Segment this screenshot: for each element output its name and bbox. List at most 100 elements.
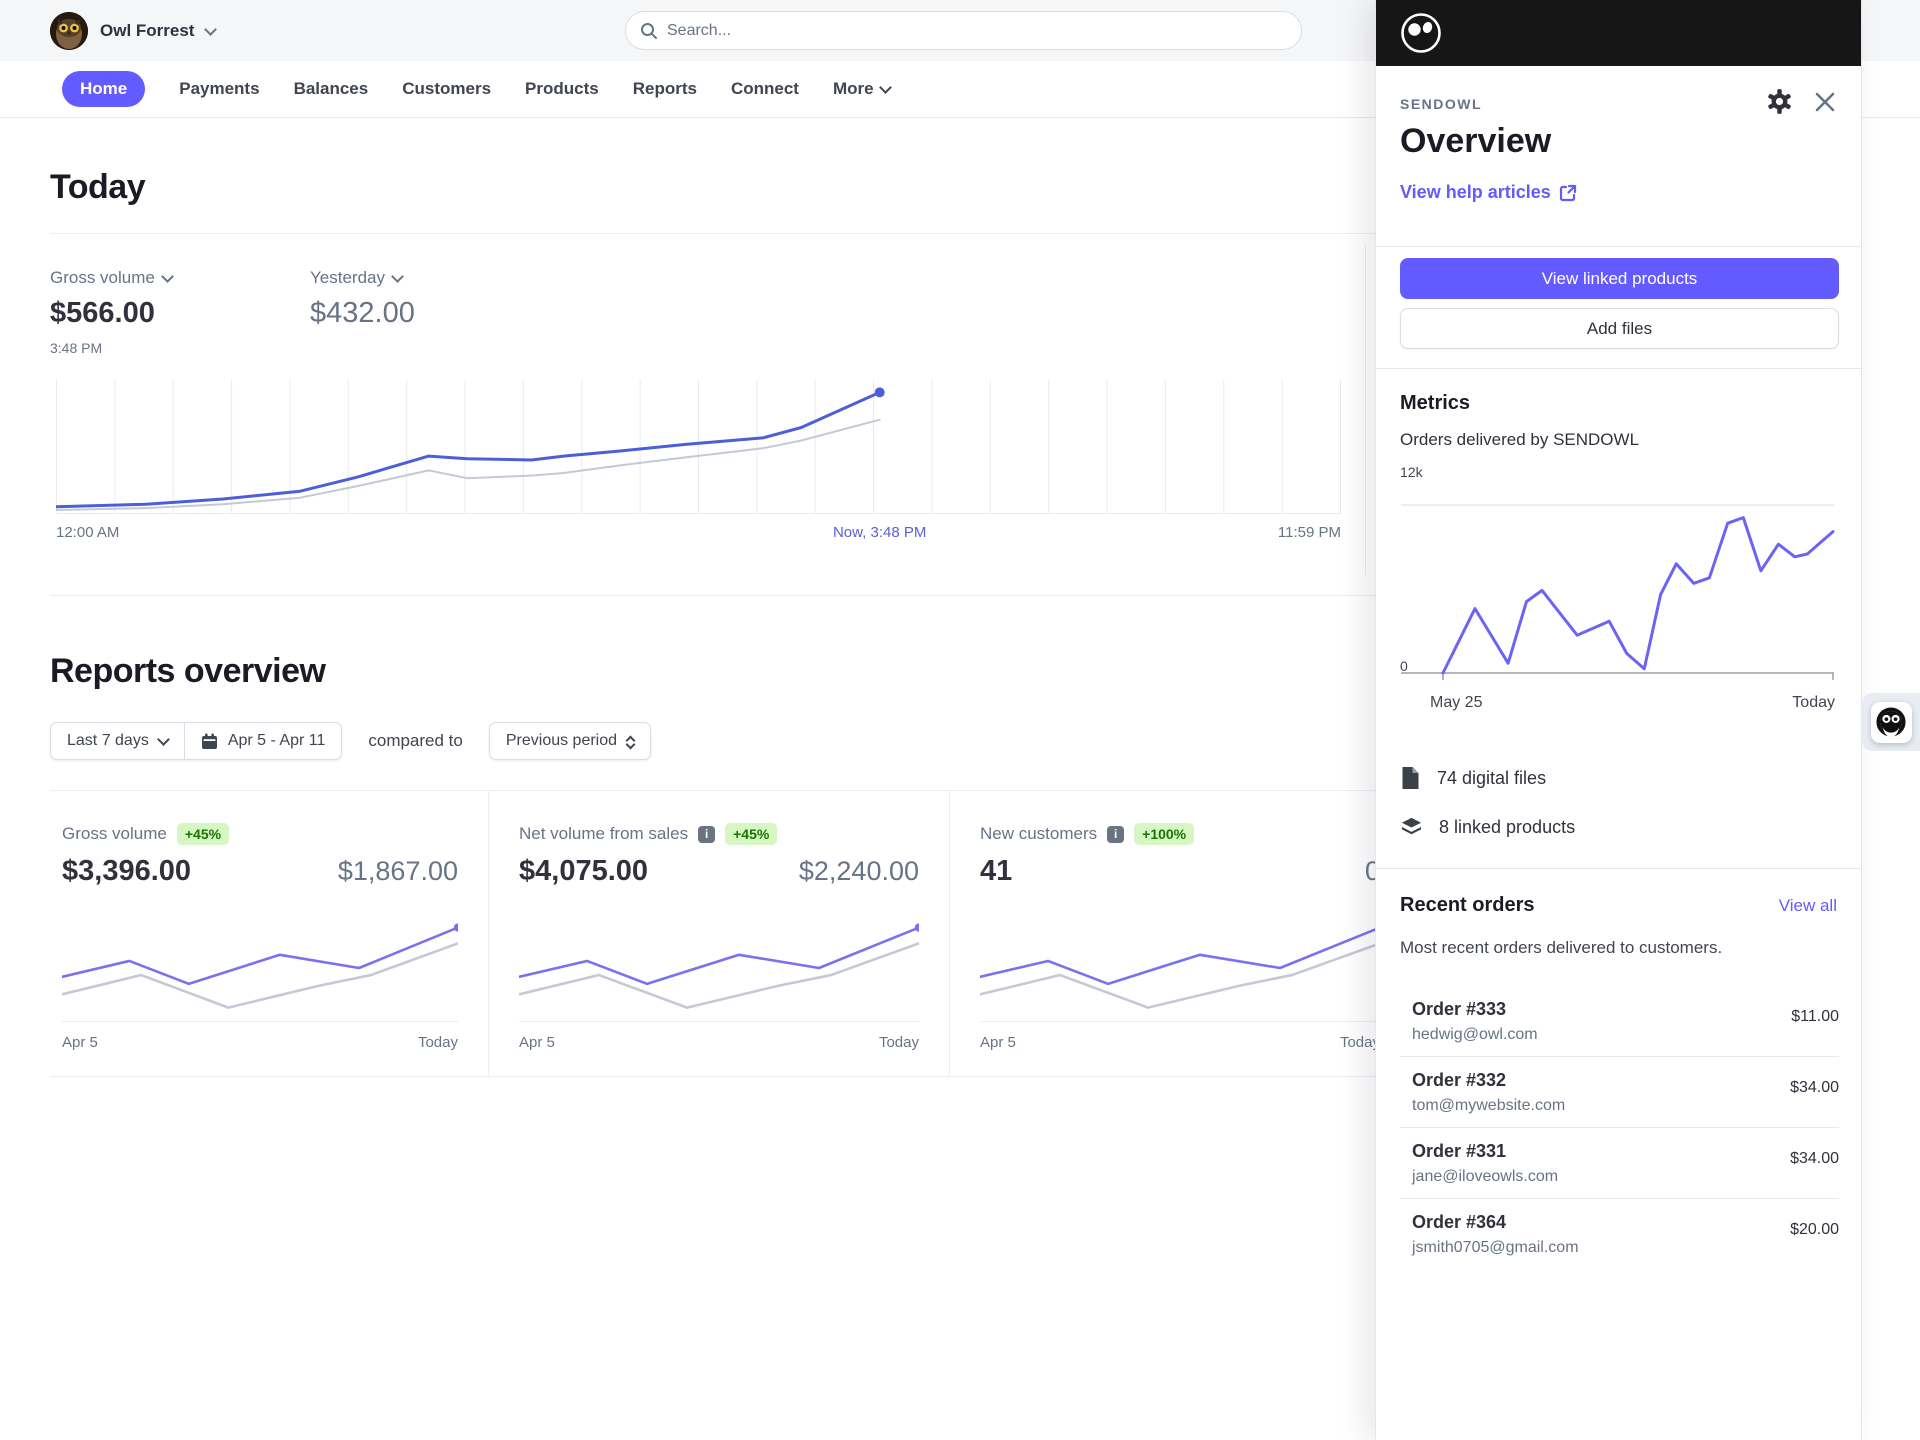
order-row[interactable]: Order #332 tom@mywebsite.com $34.00 [1400, 1057, 1839, 1128]
nav-item-home[interactable]: Home [62, 71, 146, 107]
digital-files-text: 74 digital files [1437, 767, 1547, 788]
nav-item-reports[interactable]: Reports [633, 79, 697, 99]
sparkline-baseline [62, 1021, 458, 1022]
x-axis-start-label: May 25 [1430, 694, 1483, 711]
orders-chart-x-axis: May 25 Today [1400, 694, 1835, 712]
chevron-down-icon [156, 732, 170, 746]
divider [1376, 246, 1861, 247]
gear-icon[interactable] [1766, 88, 1793, 115]
card-sparkline: Apr 5 Today [519, 920, 919, 1051]
reports-overview-heading: Reports overview [50, 652, 326, 690]
order-amount: $34.00 [1790, 1150, 1839, 1167]
report-cards-row: Gross volume +45% $3,396.00 $1,867.00 Ap… [50, 790, 1410, 1077]
view-linked-products-button[interactable]: View linked products [1400, 258, 1839, 299]
card-value: 41 [980, 855, 1013, 887]
sendowl-owl-icon [1876, 707, 1906, 737]
info-icon[interactable]: i [698, 825, 716, 843]
order-row[interactable]: Order #331 jane@iloveowls.com $34.00 [1400, 1128, 1839, 1199]
growth-badge: +45% [725, 823, 778, 845]
orders-delivered-chart [1400, 495, 1835, 685]
today-volume-chart [54, 380, 1341, 514]
panel-title: Overview [1400, 122, 1552, 160]
order-id: Order #332 [1412, 1070, 1507, 1090]
search-input[interactable]: Search... [625, 11, 1302, 50]
nav-item-more[interactable]: More [832, 79, 892, 99]
nav-item-products[interactable]: Products [525, 79, 599, 99]
account-name: Owl Forrest [100, 21, 195, 40]
view-all-link[interactable]: View all [1779, 896, 1837, 916]
chevron-down-icon [161, 269, 174, 283]
growth-badge: +100% [1134, 823, 1195, 845]
axis-label-end: 11:59 PM [1277, 524, 1341, 541]
close-icon[interactable] [1813, 90, 1837, 114]
card-new-customers: New customers i +100% 41 0 Apr 5 Today [949, 791, 1410, 1076]
digital-files-stat: 74 digital files [1400, 766, 1546, 790]
app-name-label: SENDOWL [1400, 96, 1483, 112]
metrics-subheading: Orders delivered by SENDOWL [1400, 430, 1640, 449]
external-link-icon [1559, 184, 1576, 201]
order-row[interactable]: Order #333 hedwig@owl.com $11.00 [1400, 986, 1839, 1057]
today-heading: Today [50, 168, 146, 206]
nav-item-more-label: More [832, 79, 874, 98]
x-axis-end-label: Today [1792, 694, 1835, 711]
sendowl-panel: SENDOWL Overview View help articles View… [1375, 0, 1862, 1440]
nav-item-customers[interactable]: Customers [402, 79, 491, 99]
card-label: Gross volume [62, 824, 167, 843]
compare-period-value: Previous period [505, 732, 618, 749]
axis-label-start: 12:00 AM [56, 524, 120, 541]
calendar-icon [201, 733, 217, 749]
order-id: Order #364 [1412, 1212, 1507, 1232]
order-amount: $20.00 [1790, 1221, 1839, 1238]
sparkline-baseline [519, 1021, 919, 1022]
linked-products-stat: 8 linked products [1400, 816, 1575, 839]
gross-volume-value: $566.00 [50, 297, 155, 329]
sendowl-logo-icon [1401, 13, 1441, 53]
nav-item-connect[interactable]: Connect [731, 79, 799, 99]
order-id: Order #331 [1412, 1141, 1507, 1161]
account-switcher[interactable]: Owl Forrest [50, 12, 218, 50]
card-compare-value: $2,240.00 [798, 856, 919, 886]
growth-badge: +45% [176, 823, 230, 845]
card-compare-value: $1,867.00 [337, 856, 458, 886]
recent-orders-heading: Recent orders [1400, 894, 1535, 916]
order-email: hedwig@owl.com [1412, 1026, 1538, 1043]
metrics-heading: Metrics [1400, 392, 1471, 414]
help-link-label: View help articles [1400, 182, 1551, 202]
search-placeholder: Search... [667, 21, 732, 39]
range-preset-label: Last 7 days [67, 732, 149, 749]
view-help-articles-link[interactable]: View help articles [1400, 182, 1577, 203]
divider [50, 233, 1375, 234]
order-amount: $34.00 [1790, 1079, 1839, 1096]
sparkline-end-label: Today [878, 1034, 919, 1051]
yesterday-dropdown[interactable]: Yesterday [310, 268, 415, 288]
chevron-down-icon [204, 22, 218, 36]
add-files-button[interactable]: Add files [1400, 308, 1839, 349]
order-id: Order #333 [1412, 999, 1507, 1019]
range-preset-button[interactable]: Last 7 days [50, 722, 185, 760]
gross-volume-dropdown[interactable]: Gross volume [50, 268, 174, 288]
card-gross-volume: Gross volume +45% $3,396.00 $1,867.00 Ap… [50, 791, 488, 1076]
y-axis-zero-label: 0 [1400, 658, 1408, 674]
order-amount: $11.00 [1791, 1008, 1839, 1025]
card-sparkline: Apr 5 Today [980, 920, 1380, 1051]
sparkline-start-label: Apr 5 [519, 1034, 555, 1051]
chevron-down-icon [391, 269, 404, 283]
date-range-button[interactable]: Apr 5 - Apr 11 [184, 722, 343, 760]
compare-period-select[interactable]: Previous period [488, 722, 652, 760]
divider [1376, 368, 1861, 369]
app-root: Owl Forrest Search... Home Payments Bala… [0, 0, 1920, 1440]
date-range-group: Last 7 days Apr 5 - Apr 11 [50, 722, 343, 760]
nav-item-balances[interactable]: Balances [294, 79, 369, 99]
sendowl-toggle-button[interactable] [1870, 701, 1912, 743]
order-email: jsmith0705@gmail.com [1412, 1239, 1579, 1256]
card-label: Net volume from sales [519, 824, 689, 843]
sparkline-start-label: Apr 5 [980, 1034, 1016, 1051]
card-net-volume: Net volume from sales i +45% $4,075.00 $… [488, 791, 949, 1076]
nav-item-payments[interactable]: Payments [179, 79, 259, 99]
order-row[interactable]: Order #364 jsmith0705@gmail.com $20.00 [1400, 1199, 1839, 1268]
date-range-label: Apr 5 - Apr 11 [227, 732, 326, 749]
divider [1376, 868, 1861, 869]
axis-label-now: Now, 3:48 PM [832, 524, 927, 541]
select-updown-icon [625, 735, 636, 749]
info-icon[interactable]: i [1107, 825, 1125, 843]
